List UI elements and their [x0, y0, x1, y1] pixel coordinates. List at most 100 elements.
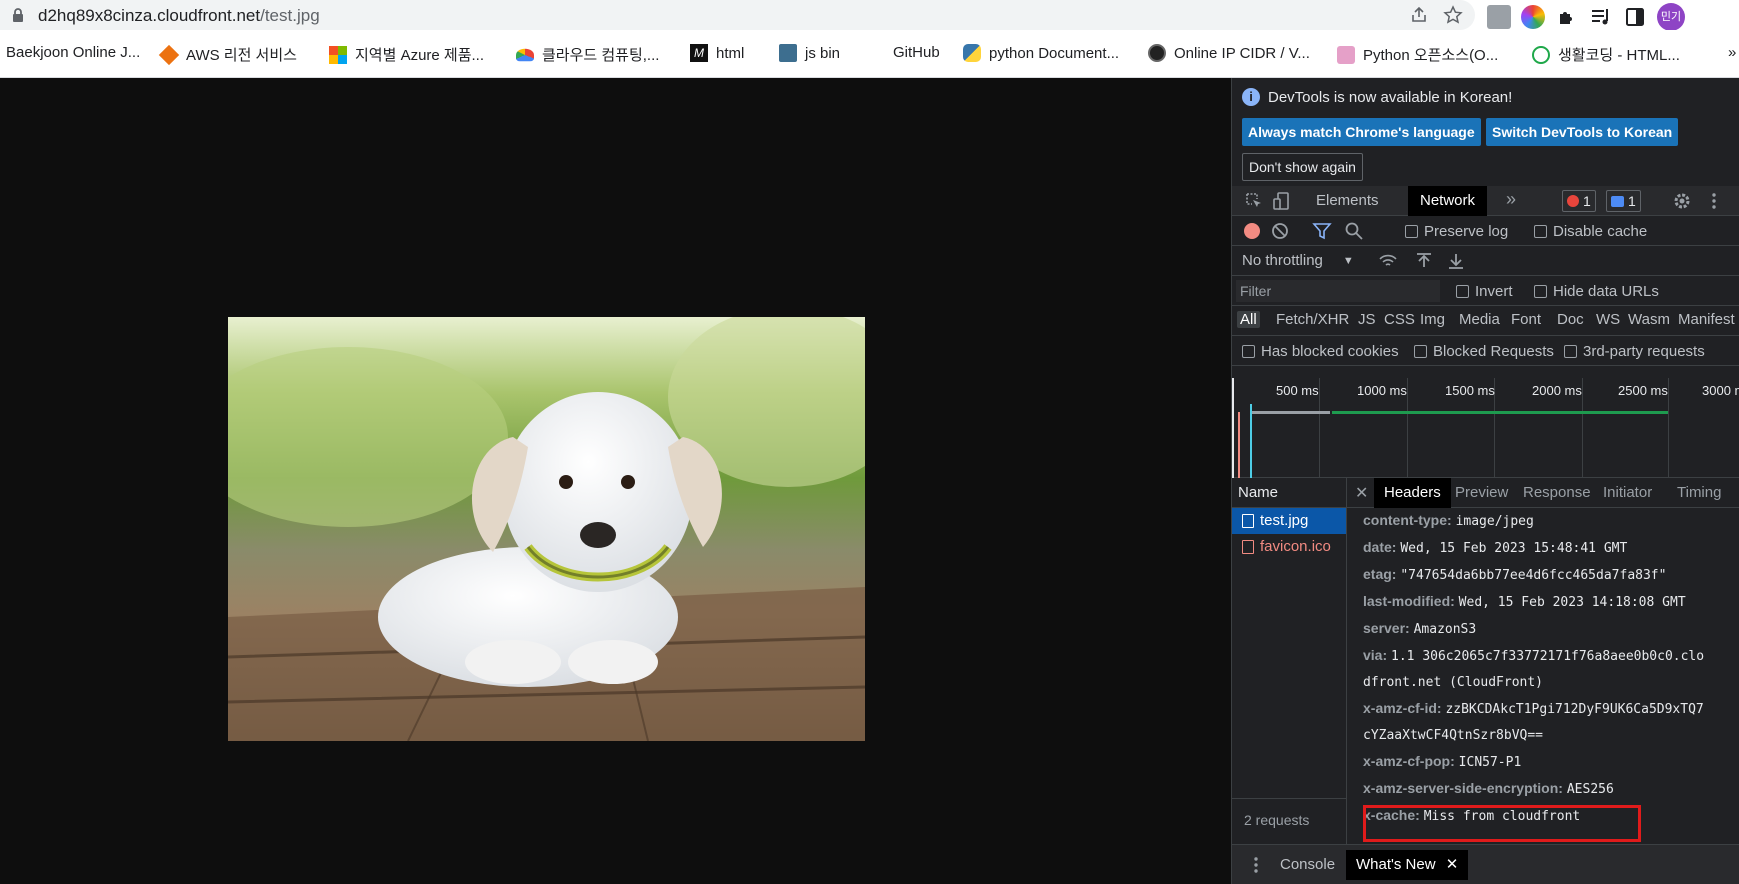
- network-conditions-icon[interactable]: [1378, 251, 1398, 271]
- dont-show-again-button[interactable]: Don't show again: [1242, 153, 1363, 181]
- type-filter-doc[interactable]: Doc: [1557, 311, 1584, 328]
- blocked-requests-checkbox[interactable]: Blocked Requests: [1414, 343, 1554, 360]
- inspect-element-icon[interactable]: [1244, 191, 1264, 211]
- bookmark-baekjoon[interactable]: Baekjoon Online J...: [6, 44, 140, 61]
- close-icon[interactable]: ✕: [1355, 483, 1368, 503]
- bookmark-opentutorials[interactable]: 생활코딩 - HTML...: [1532, 44, 1680, 65]
- header-value[interactable]: AmazonS3: [1414, 622, 1477, 637]
- clear-icon[interactable]: [1270, 221, 1290, 241]
- request-bar-download: [1332, 411, 1668, 414]
- type-filter-wasm[interactable]: Wasm: [1628, 311, 1670, 328]
- bookmark-ip-cidr[interactable]: Online IP CIDR / V...: [1148, 44, 1310, 62]
- header-key: date:: [1363, 539, 1397, 555]
- upload-icon[interactable]: [1414, 251, 1434, 271]
- type-filter-all[interactable]: All: [1237, 311, 1260, 328]
- tab-initiator[interactable]: Initiator: [1593, 478, 1662, 508]
- type-filter-js[interactable]: JS: [1358, 311, 1376, 328]
- tab-network[interactable]: Network: [1408, 186, 1488, 216]
- search-icon[interactable]: [1344, 221, 1364, 241]
- type-filter-ws[interactable]: WS: [1596, 311, 1620, 328]
- header-value[interactable]: ICN57-P1: [1459, 755, 1522, 770]
- lock-icon[interactable]: [10, 7, 26, 23]
- tab-response[interactable]: Response: [1513, 478, 1601, 508]
- request-row-favicon[interactable]: favicon.ico: [1232, 534, 1346, 560]
- message-count-badge[interactable]: 1: [1606, 190, 1641, 212]
- kebab-menu-icon[interactable]: [1704, 191, 1724, 211]
- record-icon[interactable]: [1242, 221, 1262, 241]
- timeline-blue-marker: [1250, 404, 1252, 478]
- type-filter-img[interactable]: Img: [1420, 311, 1445, 328]
- bookmarks-overflow-icon[interactable]: »: [1728, 44, 1736, 61]
- header-value[interactable]: Wed, 15 Feb 2023 15:48:41 GMT: [1400, 541, 1627, 556]
- throttling-select[interactable]: No throttling ▼: [1242, 252, 1354, 269]
- side-panel-icon[interactable]: [1623, 5, 1647, 29]
- header-value[interactable]: dfront.net (CloudFront): [1363, 675, 1543, 690]
- x-cache-highlight-box: [1363, 805, 1641, 842]
- filter-icon[interactable]: [1312, 221, 1332, 241]
- timeline-left-handle[interactable]: [1232, 378, 1234, 478]
- header-value[interactable]: AES256: [1567, 782, 1614, 797]
- bookmark-python-opensource[interactable]: Python 오픈소스(O...: [1337, 44, 1498, 65]
- page-viewport: [0, 78, 1231, 884]
- puzzle-extensions-icon[interactable]: [1555, 5, 1579, 29]
- filter-input[interactable]: Filter: [1236, 280, 1440, 302]
- tab-elements[interactable]: Elements: [1304, 186, 1391, 216]
- puppy-image[interactable]: [228, 317, 865, 741]
- more-tabs-chevron-icon[interactable]: »: [1506, 189, 1526, 209]
- error-count-badge[interactable]: 1: [1562, 190, 1596, 212]
- download-icon[interactable]: [1446, 251, 1466, 271]
- has-blocked-cookies-checkbox[interactable]: Has blocked cookies: [1242, 343, 1399, 360]
- bookmark-aws[interactable]: AWS 리전 서비스: [158, 44, 297, 65]
- type-filter-media[interactable]: Media: [1459, 311, 1500, 328]
- name-column-header[interactable]: Name: [1232, 478, 1346, 508]
- omnibox[interactable]: d2hq89x8cinza.cloudfront.net/test.jpg: [0, 0, 1475, 30]
- tab-preview[interactable]: Preview: [1445, 478, 1518, 508]
- header-key: server:: [1363, 620, 1410, 636]
- cidr-site-icon: [1148, 44, 1166, 62]
- bookmark-jsbin[interactable]: js bin: [779, 44, 840, 62]
- type-filter-css[interactable]: CSS: [1384, 311, 1415, 328]
- url-text[interactable]: d2hq89x8cinza.cloudfront.net/test.jpg: [38, 6, 320, 26]
- header-value[interactable]: Wed, 15 Feb 2023 14:18:08 GMT: [1459, 595, 1686, 610]
- cake-icon: [1337, 45, 1355, 64]
- tab-headers[interactable]: Headers: [1374, 478, 1451, 508]
- third-party-requests-checkbox[interactable]: 3rd-party requests: [1564, 343, 1705, 360]
- header-value[interactable]: "747654da6bb77ee4d6fcc465da7fa83f": [1400, 568, 1666, 583]
- drawer-tab-whats-new[interactable]: What's New ✕: [1346, 850, 1469, 880]
- timeline-tick-label: 3000 ms: [1702, 383, 1739, 398]
- switch-to-korean-button[interactable]: Switch DevTools to Korean: [1486, 118, 1679, 146]
- header-row: etag: "747654da6bb77ee4d6fcc465da7fa83f": [1363, 566, 1666, 583]
- color-picker-extension-icon[interactable]: [1521, 5, 1545, 29]
- bookmark-github[interactable]: GitHub: [893, 44, 940, 61]
- bookmark-label: js bin: [805, 44, 841, 62]
- type-filter-manifest[interactable]: Manifest: [1678, 311, 1735, 328]
- bookmark-python-docs[interactable]: python Document...: [963, 44, 1119, 62]
- tab-timing[interactable]: Timing: [1667, 478, 1731, 508]
- gear-icon[interactable]: [1672, 191, 1692, 211]
- header-value[interactable]: 1.1 306c2065c7f33772171f76a8aee0b0c0.clo: [1391, 649, 1704, 664]
- bookmark-azure[interactable]: 지역별 Azure 제품...: [329, 44, 484, 65]
- hide-data-urls-checkbox[interactable]: Hide data URLs: [1534, 283, 1659, 300]
- drawer-menu-icon[interactable]: [1246, 855, 1266, 875]
- preserve-log-checkbox[interactable]: Preserve log: [1405, 223, 1508, 240]
- network-timeline-overview[interactable]: 500 ms 1000 ms 1500 ms 2000 ms 2500 ms 3…: [1232, 378, 1739, 478]
- header-value[interactable]: image/jpeg: [1456, 514, 1534, 529]
- drawer-tab-console[interactable]: Console: [1270, 850, 1345, 880]
- close-icon[interactable]: ✕: [1446, 856, 1459, 873]
- star-icon[interactable]: [1443, 5, 1463, 25]
- header-value[interactable]: zzBKCDAkcT1Pgi712DyF9UK6Ca5D9xTQ7: [1445, 702, 1703, 717]
- always-match-language-button[interactable]: Always match Chrome's language: [1242, 118, 1481, 146]
- bookmark-html[interactable]: Mhtml: [690, 44, 744, 62]
- request-row-test-jpg[interactable]: test.jpg: [1232, 508, 1346, 534]
- type-filter-font[interactable]: Font: [1511, 311, 1541, 328]
- type-filter-fetch-xhr[interactable]: Fetch/XHR: [1276, 311, 1349, 328]
- media-control-icon[interactable]: [1589, 5, 1613, 29]
- profile-avatar[interactable]: 민기: [1657, 3, 1685, 31]
- share-icon[interactable]: [1409, 5, 1429, 25]
- bookmark-google-cloud[interactable]: 클라우드 컴퓨팅,...: [516, 44, 659, 65]
- extension-avatar-icon[interactable]: [1487, 5, 1511, 29]
- disable-cache-checkbox[interactable]: Disable cache: [1534, 223, 1647, 240]
- device-toolbar-icon[interactable]: [1272, 191, 1292, 211]
- invert-checkbox[interactable]: Invert: [1456, 283, 1513, 300]
- header-value[interactable]: cYZaaXtwCF4QtnSzr8bVQ==: [1363, 728, 1543, 743]
